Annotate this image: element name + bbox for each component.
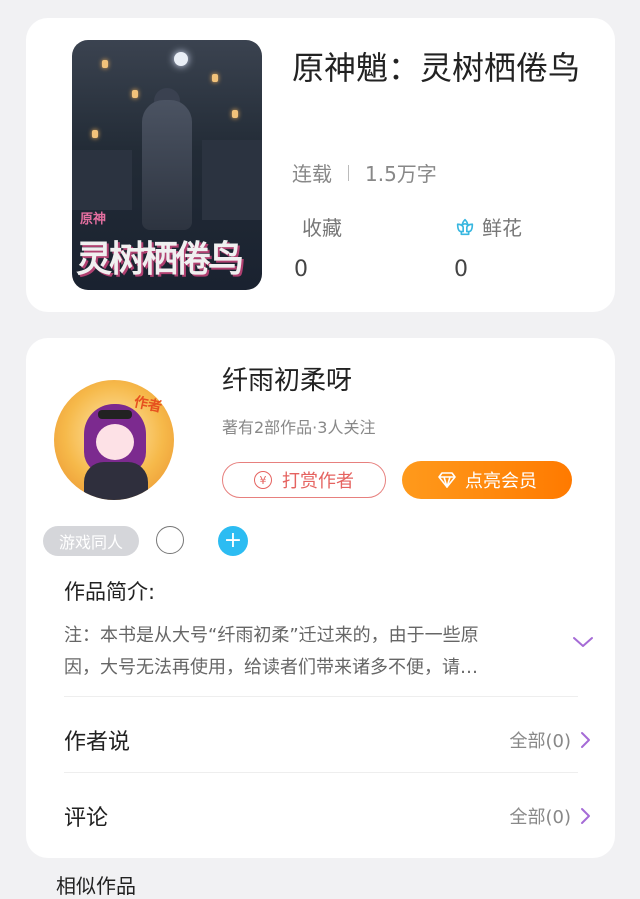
author-name[interactable]: 纤雨初柔呀 bbox=[222, 360, 352, 397]
cover-building bbox=[202, 140, 262, 220]
book-cover-image[interactable]: 原神 灵树栖倦鸟 bbox=[72, 40, 262, 290]
avatar-face bbox=[96, 424, 134, 460]
author-says-title[interactable]: 作者说 bbox=[64, 724, 130, 756]
book-info-card: 原神 灵树栖倦鸟 原神魈：灵树栖倦鸟 连载 1.5万字 收藏 0 鲜花 0 bbox=[26, 18, 615, 312]
stat-flowers-label-row: 鲜花 bbox=[454, 212, 522, 241]
author-card: 作者 纤雨初柔呀 著有2部作品·3人关注 ¥ 打赏作者 点亮会员 游戏同人 + … bbox=[26, 338, 615, 858]
similar-works-title: 相似作品 bbox=[56, 874, 136, 898]
diamond-icon bbox=[437, 471, 465, 489]
stat-flowers-value: 0 bbox=[454, 257, 468, 282]
status-divider bbox=[348, 164, 349, 181]
stat-flowers[interactable]: 鲜花 0 bbox=[454, 212, 522, 282]
chevron-right-icon bbox=[571, 806, 591, 826]
intro-title: 作品简介: bbox=[64, 580, 156, 604]
cover-lantern bbox=[102, 60, 108, 68]
stat-flowers-label: 鲜花 bbox=[482, 216, 522, 240]
cover-figure bbox=[142, 100, 192, 230]
yen-icon: ¥ bbox=[254, 471, 272, 489]
tip-author-label: 打赏作者 bbox=[282, 471, 354, 492]
avatar-sunglasses bbox=[98, 410, 132, 419]
cover-small-text: 原神 bbox=[80, 212, 107, 227]
vip-button-label: 点亮会员 bbox=[465, 471, 537, 492]
cover-lantern bbox=[92, 130, 98, 138]
stat-favorites[interactable]: 收藏 0 bbox=[294, 212, 342, 282]
author-says-all-label: 全部(0) bbox=[509, 731, 572, 752]
book-status-row: 连载 1.5万字 bbox=[292, 158, 437, 187]
flower-icon bbox=[454, 216, 476, 238]
comments-all-label: 全部(0) bbox=[509, 807, 572, 828]
tip-author-button[interactable]: ¥ 打赏作者 bbox=[222, 462, 386, 498]
divider bbox=[64, 696, 578, 697]
cover-lantern bbox=[212, 74, 218, 82]
genre-tag[interactable]: 游戏同人 bbox=[43, 526, 139, 556]
cover-lantern bbox=[132, 90, 138, 98]
avatar-body bbox=[84, 462, 148, 500]
author-meta: 著有2部作品·3人关注 bbox=[222, 418, 376, 437]
intro-line: 因，大号无法再使用，给读者们带来诸多不便，请… bbox=[64, 657, 478, 678]
expand-intro-chevron-down-icon[interactable] bbox=[572, 634, 594, 653]
book-status: 连载 bbox=[292, 162, 332, 186]
stat-favorites-label: 收藏 bbox=[302, 216, 342, 240]
intro-text[interactable]: 注：本书是从大号“纤雨初柔”迁过来的，由于一些原 因，大号无法再使用，给读者们带… bbox=[64, 620, 542, 684]
vip-button[interactable]: 点亮会员 bbox=[402, 461, 572, 499]
divider bbox=[64, 772, 578, 773]
chevron-right-icon bbox=[571, 730, 591, 750]
cover-title-text: 灵树栖倦鸟 bbox=[76, 238, 244, 280]
cover-lantern bbox=[232, 110, 238, 118]
cover-moon bbox=[174, 52, 188, 66]
stat-favorites-value: 0 bbox=[294, 257, 308, 282]
word-count: 1.5万字 bbox=[365, 162, 437, 186]
intro-line: 注：本书是从大号“纤雨初柔”迁过来的，由于一些原 bbox=[64, 625, 479, 646]
tag-circle-icon[interactable] bbox=[156, 526, 184, 554]
comments-all-link[interactable]: 全部(0) bbox=[510, 803, 592, 829]
comments-title[interactable]: 评论 bbox=[64, 800, 108, 832]
plus-icon: + bbox=[223, 528, 243, 553]
cover-building bbox=[72, 150, 132, 210]
book-title: 原神魈：灵树栖倦鸟 bbox=[292, 49, 581, 87]
add-tag-button[interactable]: + bbox=[218, 526, 248, 556]
author-says-all-link[interactable]: 全部(0) bbox=[510, 727, 592, 753]
